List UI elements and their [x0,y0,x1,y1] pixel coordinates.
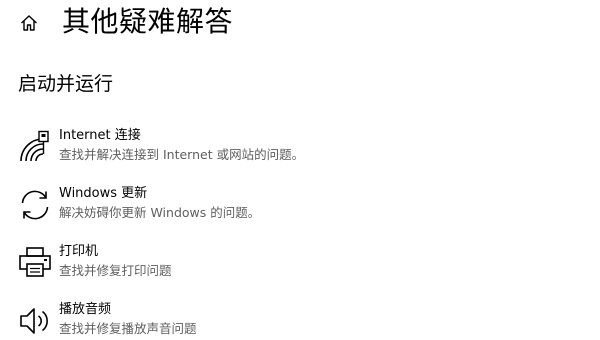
sync-update-icon [18,188,52,222]
section-title: 启动并运行 [18,73,114,95]
item-text: Windows 更新 解决妨碍你更新 Windows 的问题。 [59,184,260,222]
item-description: 解决妨碍你更新 Windows 的问题。 [59,205,261,220]
item-title: 打印机 [59,244,99,259]
speaker-icon [18,304,52,338]
home-button[interactable] [16,10,42,36]
item-title: Internet 连接 [59,128,141,143]
item-title: Windows 更新 [59,186,148,201]
troubleshooter-playing-audio[interactable]: 播放音频 查找并修复播放声音问题 [14,300,434,340]
item-text: 打印机 查找并修复打印问题 [59,242,172,280]
troubleshooter-printer[interactable]: 打印机 查找并修复打印问题 [14,242,434,288]
item-description: 查找并修复播放声音问题 [59,321,197,336]
troubleshooter-internet[interactable]: Internet 连接 查找并解决连接到 Internet 或网站的问题。 [14,126,434,172]
home-icon [21,15,37,31]
item-text: 播放音频 查找并修复播放声音问题 [59,300,197,338]
troubleshooter-windows-update[interactable]: Windows 更新 解决妨碍你更新 Windows 的问题。 [14,184,434,230]
page-title: 其他疑难解答 [62,5,234,38]
item-description: 查找并修复打印问题 [59,263,172,278]
wifi-network-icon [18,130,52,164]
settings-page: 其他疑难解答 启动并运行 Internet 连接 查找并解决连接到 Intern… [0,0,600,340]
printer-icon [18,246,52,280]
item-title: 播放音频 [59,302,112,317]
item-text: Internet 连接 查找并解决连接到 Internet 或网站的问题。 [59,126,304,164]
item-description: 查找并解决连接到 Internet 或网站的问题。 [59,147,305,162]
